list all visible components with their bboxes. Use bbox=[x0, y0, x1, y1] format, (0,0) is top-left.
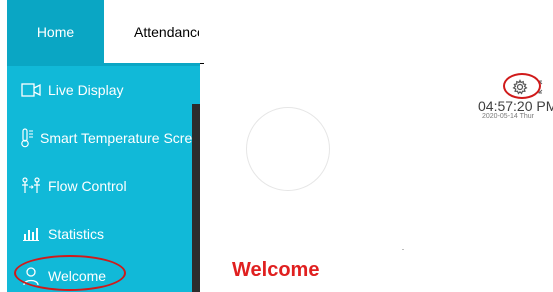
sidebar-item-label: Smart Temperature Screening bbox=[40, 130, 200, 146]
sidebar-item-flow-control[interactable]: Flow Control bbox=[7, 162, 200, 210]
camera-placeholder-circle bbox=[246, 107, 330, 191]
bar-chart-icon bbox=[20, 224, 42, 244]
app-window: Home Attendance Live Display Smart Tempe… bbox=[0, 0, 553, 292]
gear-icon[interactable] bbox=[512, 79, 528, 95]
sidebar-item-smart-temperature[interactable]: Smart Temperature Screening bbox=[7, 114, 200, 162]
people-flow-icon bbox=[20, 176, 42, 196]
thermometer-icon bbox=[20, 128, 34, 148]
sidebar: Live Display Smart Temperature Screening bbox=[7, 66, 200, 292]
expand-icon[interactable] bbox=[538, 80, 550, 94]
tab-attendance[interactable]: Attendance bbox=[104, 0, 200, 63]
sidebar-item-welcome[interactable]: Welcome bbox=[7, 252, 200, 292]
clock-time: 04:57:20 PM bbox=[478, 98, 553, 114]
tab-divider bbox=[200, 63, 204, 64]
tab-attendance-label: Attendance bbox=[134, 23, 200, 40]
page-title: Welcome bbox=[232, 259, 320, 281]
panel-separator bbox=[192, 104, 200, 292]
video-icon bbox=[20, 80, 42, 100]
sidebar-item-label: Live Display bbox=[48, 82, 124, 98]
left-margin bbox=[0, 0, 7, 292]
sidebar-item-label: Statistics bbox=[48, 226, 105, 242]
sidebar-item-label: Flow Control bbox=[48, 178, 127, 194]
sidebar-item-live-display[interactable]: Live Display bbox=[7, 66, 200, 114]
tab-home[interactable]: Home bbox=[7, 0, 104, 63]
sidebar-item-label: Welcome bbox=[48, 268, 107, 284]
tab-home-label: Home bbox=[36, 23, 75, 40]
person-icon bbox=[20, 266, 42, 286]
decorative-dot bbox=[402, 249, 404, 250]
sidebar-item-statistics[interactable]: Statistics bbox=[7, 210, 200, 258]
clock-date: 2020-05-14 Thur bbox=[482, 113, 535, 120]
